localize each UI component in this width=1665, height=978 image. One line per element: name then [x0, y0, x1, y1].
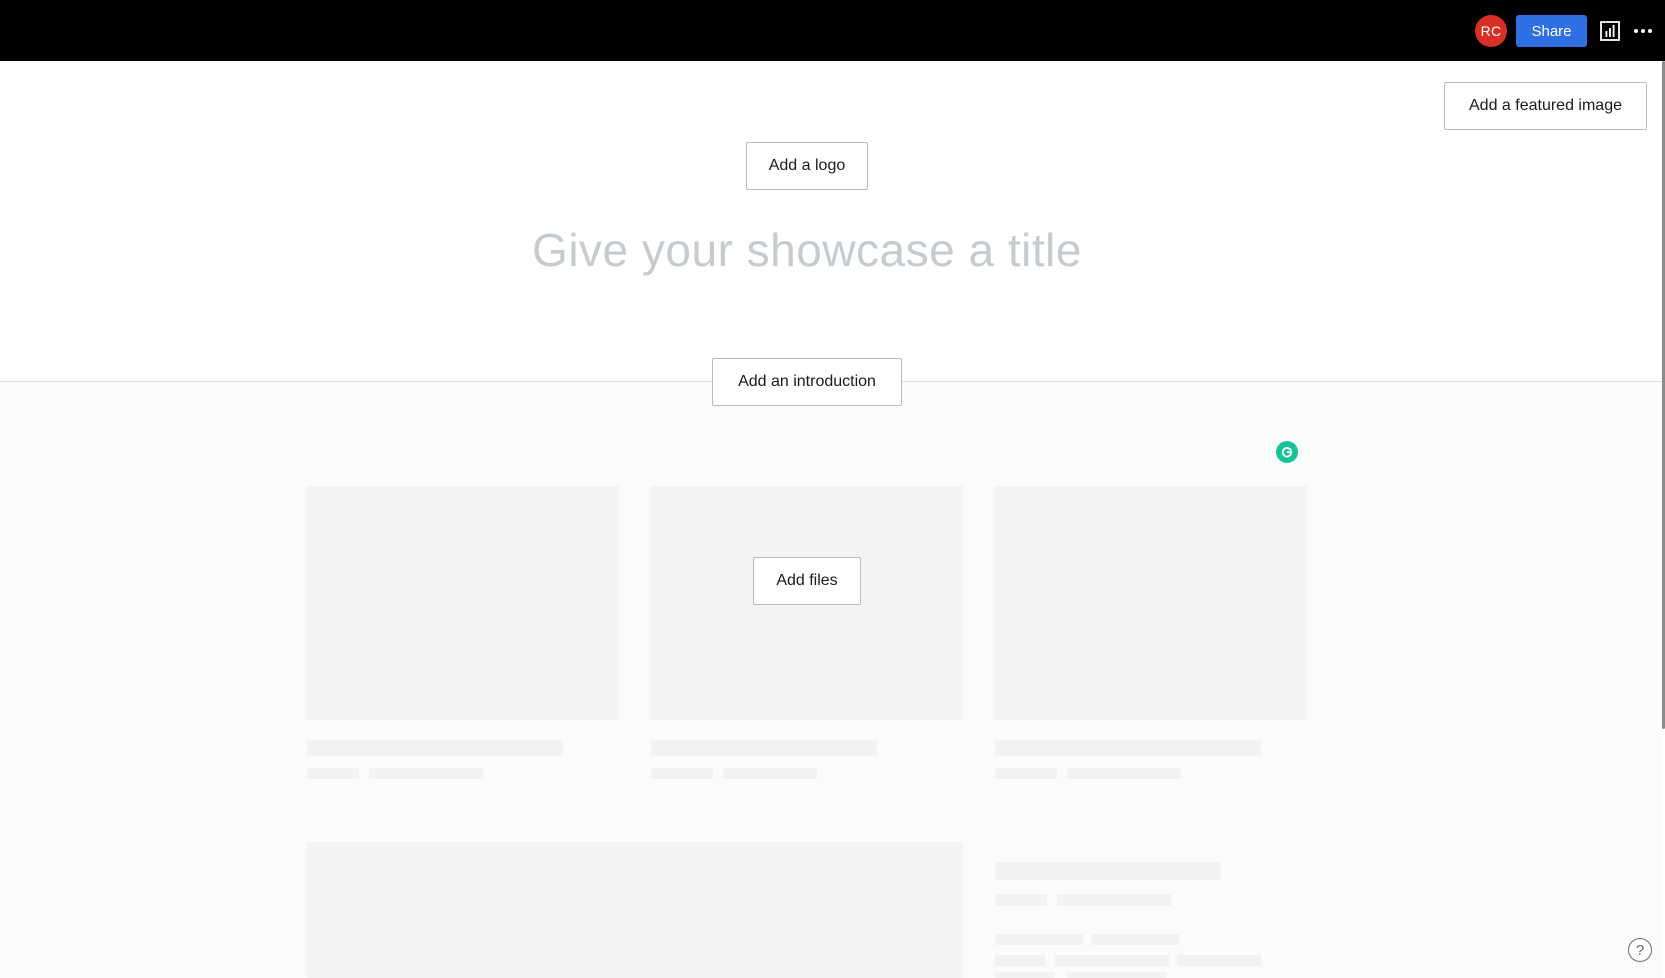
skeleton-line	[1067, 768, 1181, 779]
add-introduction-button[interactable]: Add an introduction	[712, 358, 902, 406]
share-button[interactable]: Share	[1516, 15, 1587, 47]
bar-chart-icon[interactable]	[1598, 19, 1622, 43]
skeleton-line	[995, 862, 1221, 880]
skeleton-line	[1177, 955, 1261, 966]
skeleton-line	[651, 740, 877, 756]
help-circle-icon[interactable]: ?	[1628, 938, 1652, 962]
skeleton-line	[1055, 955, 1169, 966]
skeleton-line	[651, 768, 713, 779]
skeleton-line	[1057, 894, 1171, 906]
skeleton-line	[995, 740, 1261, 756]
skeleton-line	[369, 768, 483, 779]
featured-file-placeholder	[307, 842, 963, 978]
skeleton-line	[307, 740, 563, 756]
file-card-placeholder	[307, 486, 619, 720]
more-horizontal-icon[interactable]	[1631, 19, 1655, 43]
skeleton-line	[995, 894, 1047, 906]
skeleton-line	[723, 768, 817, 779]
add-logo-button[interactable]: Add a logo	[746, 142, 868, 190]
showcase-title-input[interactable]	[432, 215, 1182, 285]
skeleton-line	[995, 768, 1057, 779]
skeleton-line	[995, 934, 1083, 945]
skeleton-line	[1091, 934, 1179, 945]
add-featured-image-button[interactable]: Add a featured image	[1444, 82, 1647, 130]
user-avatar[interactable]: RC	[1475, 15, 1507, 47]
grammarly-icon[interactable]	[1276, 441, 1298, 463]
skeleton-line	[995, 972, 1055, 978]
top-bar: RC Share	[0, 0, 1665, 61]
add-files-button[interactable]: Add files	[753, 557, 861, 605]
file-card-placeholder	[995, 486, 1307, 720]
skeleton-line	[1067, 972, 1167, 978]
skeleton-line	[995, 955, 1045, 966]
skeleton-line	[307, 768, 359, 779]
